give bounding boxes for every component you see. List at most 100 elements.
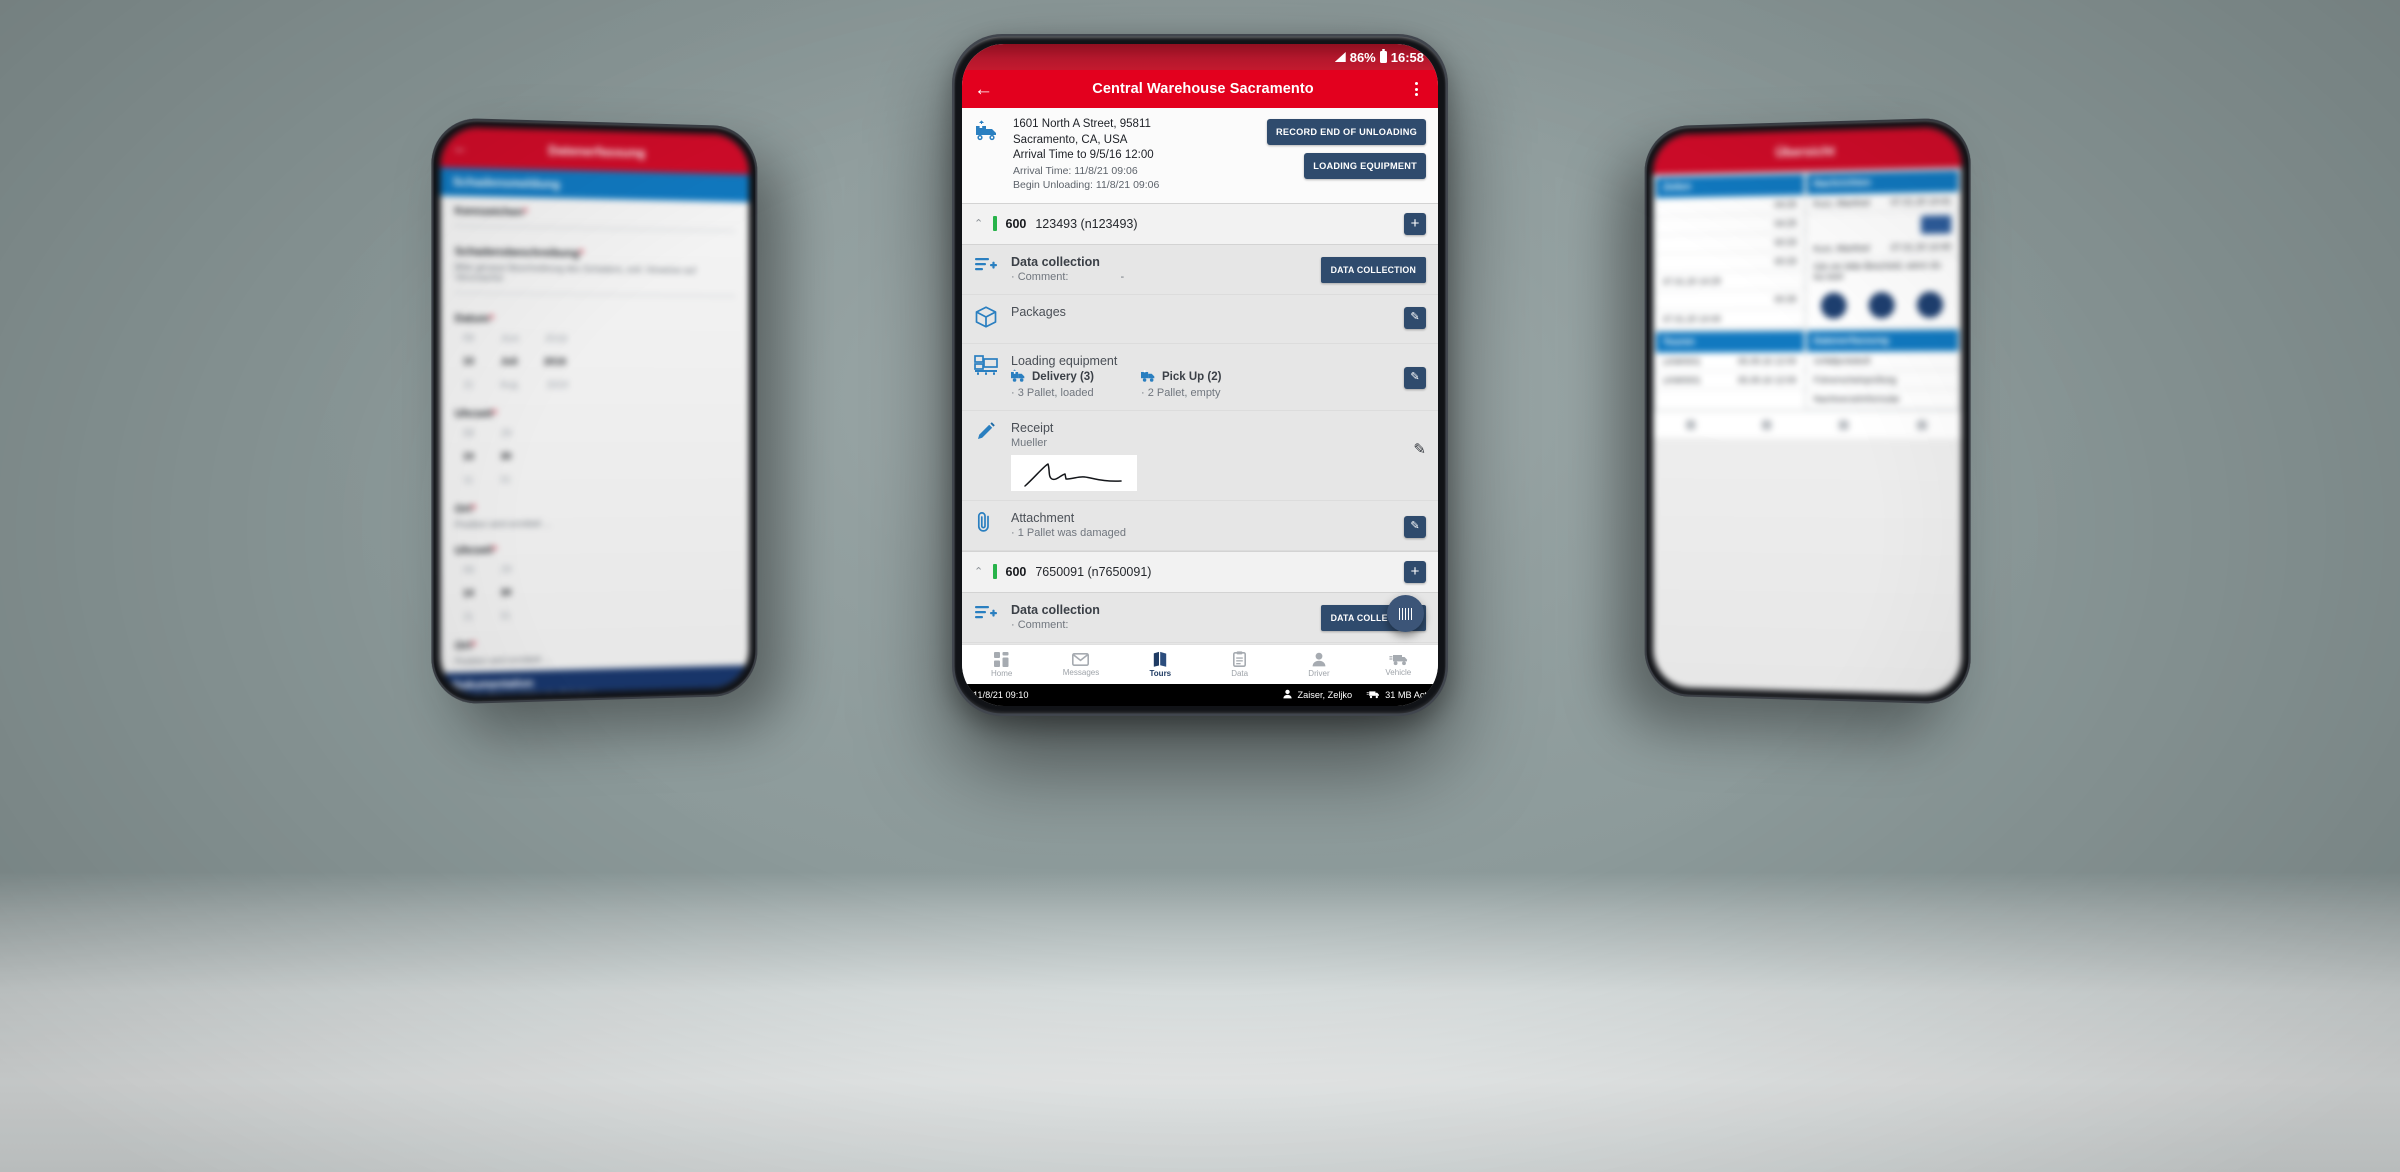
item-detail: · Comment: (1011, 618, 1069, 631)
item-title: Loading equipment (1011, 353, 1118, 368)
status-clock: 16:58 (1390, 49, 1424, 65)
barcode-scan-fab[interactable] (1387, 595, 1424, 632)
person-icon (1283, 689, 1293, 701)
nav-label: Data (1231, 669, 1249, 678)
right-card-messages: Nachrichten Kurz, Manfred 07.01.20 14:41 … (1806, 170, 1959, 328)
status-badge (993, 216, 997, 231)
item-title: Packages (1011, 304, 1066, 319)
status-bar: 86% 16:58 (962, 44, 1438, 70)
battery-icon (1379, 49, 1387, 63)
kebab-menu-icon[interactable] (1406, 82, 1426, 96)
barcode-scan-icon (1398, 607, 1413, 620)
truck-unload-icon (974, 117, 1004, 193)
truck-delivery-icon (1011, 369, 1027, 386)
item-title: Receipt (1011, 420, 1054, 435)
right-phone-title: Übersicht (1775, 142, 1835, 160)
date-wheel: 09 Juni 2018 (462, 332, 568, 345)
add-order-item-button[interactable]: + (1404, 212, 1426, 235)
left-field-hint: Bitte genaue Beschreibung des Schadens, … (454, 261, 696, 283)
item-title: Data collection (1011, 602, 1100, 617)
data-collection-icon (974, 254, 1000, 280)
forward-icon (1916, 291, 1944, 318)
truck-icon (1389, 653, 1408, 666)
arrival-time: Arrival Time: 11/8/21 09:06 (1013, 164, 1138, 177)
nav-driver[interactable]: Driver (1279, 645, 1358, 684)
message-image-thumb (1920, 215, 1952, 234)
order-list[interactable]: ⌃ 600 123493 (n123493) + Data collection… (962, 202, 1438, 644)
truck-icon (1366, 690, 1380, 701)
chevron-up-icon[interactable]: ⌃ (974, 565, 984, 578)
order-number: 600 (1005, 564, 1027, 579)
order-header[interactable]: ⌃ 600 7650091 (n7650091) + (962, 550, 1438, 593)
nav-label: Home (990, 668, 1013, 678)
edit-packages-button[interactable]: ✎ (1404, 306, 1426, 329)
time-wheel: 11 31 (462, 474, 511, 486)
list-item[interactable]: Packages ✎ (962, 642, 1438, 644)
battery-percent: 86% (1349, 49, 1376, 65)
record-end-of-unloading-button[interactable]: RECORD END OF UNLOADING (1266, 119, 1426, 145)
nav-label: Vehicle (1385, 667, 1412, 677)
list-item[interactable]: Loading equipment Delivery (3) · 3 Palle… (962, 343, 1438, 411)
status-badge (993, 564, 997, 579)
edit-loading-equipment-button[interactable]: ✎ (1404, 366, 1426, 389)
date-wheel: 10 Juli 2019 (462, 356, 566, 368)
right-card-tours: Touren LKW0001 05.09.16 12:00 LKW0001 05.0… (1656, 331, 1804, 410)
nav-data[interactable]: Data (1200, 645, 1279, 684)
studio-floor (0, 872, 2400, 1172)
package-box-icon (974, 304, 1000, 334)
back-arrow-icon[interactable]: ← (974, 80, 1000, 99)
nav-label: Tours (1149, 669, 1172, 678)
list-item[interactable]: Receipt Mueller ✎ (962, 410, 1438, 501)
list-item[interactable]: Data collection · Comment: DATA COLLECTI… (962, 592, 1438, 643)
data-collection-button[interactable]: DATA COLLECTION (1320, 256, 1426, 283)
left-field-label: Uhrzeit* (454, 407, 497, 421)
order-name: 123493 (n123493) (1035, 216, 1138, 231)
paperclip-icon (974, 510, 1000, 538)
left-field-label: Ort* (454, 503, 476, 516)
system-memory: 31 MB Act (1385, 690, 1427, 700)
pickup-label: Pick Up (2) (1162, 371, 1222, 383)
signature-pen-icon (974, 420, 1000, 448)
list-item[interactable]: Packages ✎ (962, 294, 1438, 344)
right-card-datenerfassung: Datenerfassung Unfallprotokoll Führersch… (1806, 329, 1959, 409)
pallet-stack-icon (974, 353, 1000, 381)
delivery-label: Delivery (3) (1032, 371, 1095, 383)
order-header[interactable]: ⌃ 600 123493 (n123493) + (962, 202, 1438, 245)
stop-info-card: 1601 North A Street, 95811 Sacramento, C… (962, 108, 1438, 203)
envelope-icon (1072, 652, 1090, 666)
back-arrow-icon: ← (452, 138, 468, 157)
nav-messages[interactable]: Messages (1041, 645, 1120, 684)
edit-attachment-button[interactable]: ✎ (1404, 515, 1426, 538)
left-phone-title: Datenerfassung (548, 142, 646, 160)
begin-unloading-time: Begin Unloading: 11/8/21 09:06 (1013, 179, 1160, 191)
nav-label: Messages (1062, 667, 1100, 677)
truck-pickup-icon (1141, 369, 1157, 386)
nav-vehicle[interactable]: Vehicle (1359, 645, 1438, 684)
nav-home[interactable]: Home (962, 645, 1041, 684)
time-wheel: 10 30 (462, 451, 512, 463)
chevron-up-icon[interactable]: ⌃ (974, 217, 984, 230)
clipboard-icon (1233, 651, 1247, 667)
add-order-item-button[interactable]: + (1404, 560, 1426, 583)
address-line-2: Sacramento, CA, USA (1013, 133, 1128, 146)
arrival-window: Arrival Time to 9/5/16 12:00 (1013, 149, 1154, 161)
grid-home-icon (994, 651, 1009, 667)
date-wheel: 11 Aug. 2020 (462, 379, 569, 391)
item-detail: · Comment: - (1011, 270, 1125, 283)
bottom-navigation: Home Messages Tours Data Driver Vehicle (962, 644, 1438, 684)
data-collection-icon (974, 602, 1000, 628)
left-field-label: Datum* (454, 312, 494, 326)
archive-icon (1868, 291, 1895, 319)
time-wheel: 09 29 (462, 428, 512, 440)
foreground-phone: 86% 16:58 ← Central Warehouse Sacramento (952, 34, 1448, 716)
loading-equipment-button[interactable]: LOADING EQUIPMENT (1304, 153, 1426, 179)
map-icon (1153, 651, 1167, 667)
list-item[interactable]: Attachment · 1 Pallet was damaged ✎ (962, 500, 1438, 551)
address-line-1: 1601 North A Street, 95811 (1013, 118, 1151, 130)
signature-image (1011, 454, 1137, 491)
signer-name: Mueller (1011, 436, 1048, 449)
nav-tours[interactable]: Tours (1121, 645, 1200, 684)
edit-receipt-button[interactable]: ✎ (1413, 440, 1426, 458)
item-title: Attachment (1011, 510, 1075, 525)
list-item[interactable]: Data collection · Comment: - DATA COLLEC… (962, 244, 1438, 295)
